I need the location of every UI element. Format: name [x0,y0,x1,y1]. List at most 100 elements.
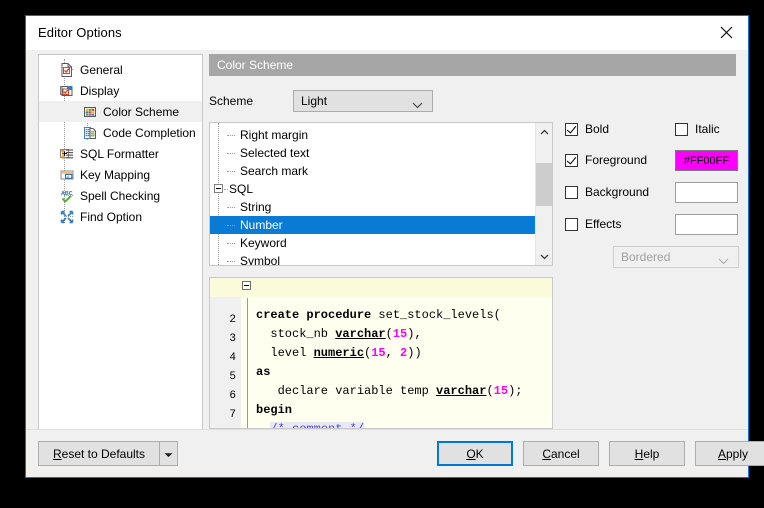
scheme-select[interactable]: Light [293,90,433,112]
list-connector [224,189,228,190]
chevron-down-icon [718,254,729,268]
settings-tree[interactable]: General Display Color Scheme Code Comple… [38,54,203,430]
scheme-select-value: Light [301,94,328,108]
reset-to-defaults-button[interactable]: Reset to Defaults [38,441,160,466]
sidebar-item-general[interactable]: General [39,59,202,80]
reset-accel: R [52,446,62,461]
chevron-up-icon[interactable] [536,123,552,140]
sidebar-item-label: Display [80,83,120,98]
sidebar-item-sql-formatter[interactable]: SQL Formatter [39,143,202,164]
list-expander-collapse[interactable] [214,184,223,193]
list-item[interactable]: Right margin [210,126,552,144]
list-item-selected[interactable]: Number [210,216,552,234]
color-palette-icon [82,104,99,120]
list-item-label: String [240,200,272,214]
foreground-checkbox[interactable]: Foreground [565,153,647,167]
apply-label: Apply [718,447,748,461]
effects-checkbox[interactable]: Effects [565,217,621,231]
list-item-label: Search mark [240,164,309,178]
reset-to-defaults-label: Reset to Defaults [53,447,145,461]
sidebar-item-label: Color Scheme [103,104,180,119]
scheme-row: Scheme Light [209,90,433,112]
sidebar-item-color-scheme[interactable]: Color Scheme [39,101,202,122]
chevron-down-icon [412,98,423,112]
list-scrollbar[interactable] [535,123,552,265]
list-item-label: Right margin [240,128,309,142]
sidebar-item-code-completion[interactable]: Code Completion [39,122,202,143]
list-connector [227,135,235,136]
list-item-label: SQL [229,182,254,196]
code-preview[interactable]: create procedure set_stock_levels( 2 sto… [209,277,553,429]
list-item[interactable]: String [210,198,552,216]
color-scheme-pane: Color Scheme Scheme Light Right margin S… [209,54,739,430]
bold-checkbox[interactable]: Bold [565,122,609,136]
bold-label: Bold [585,122,610,136]
effects-color-swatch[interactable] [675,214,738,235]
ok-label: OK [466,447,483,461]
code-list-icon [82,125,99,141]
checkbox-box [565,185,578,199]
color-elements-list[interactable]: Right margin Selected text Search mark S… [209,122,553,266]
ok-rest: K [475,446,484,461]
code-line: 5 declare variable temp varchar(15); [210,354,552,398]
ok-accel: O [466,446,476,461]
spell-check-icon: ABC [59,188,76,204]
reset-dropdown-button[interactable] [159,441,178,466]
reset-rest: eset to Defaults [61,446,146,461]
apply-rest: pply [726,446,749,461]
pane-title: Color Scheme [209,54,736,76]
italic-checkbox[interactable]: Italic [675,122,720,136]
ok-button[interactable]: OK [437,441,513,466]
foreground-color-swatch[interactable]: #FF00FF [675,150,738,171]
dialog-footer: Reset to Defaults OK Cancel Help Apply [26,429,764,477]
background-checkbox[interactable]: Background [565,185,649,199]
checkbox-box [565,122,578,136]
list-group-sql[interactable]: SQL [210,180,552,198]
sidebar-item-find-option[interactable]: Find Option [39,206,202,227]
code-line: 6 begin [210,373,552,417]
close-glyph [720,26,732,38]
sidebar-item-label: Key Mapping [80,167,151,182]
sql-format-icon [59,146,76,162]
scheme-label: Scheme [209,94,254,108]
list-connector [227,207,235,208]
cancel-label: Cancel [542,447,579,461]
help-label: Help [635,447,660,461]
window-check-icon [59,83,76,99]
foreground-color-value: #FF00FF [683,154,730,167]
list-connector [227,243,235,244]
scrollbar-thumb[interactable] [536,163,552,206]
sidebar-item-label: Code Completion [103,125,196,140]
list-item[interactable]: Selected text [210,144,552,162]
checkbox-box [675,122,688,136]
help-button[interactable]: Help [609,441,685,466]
close-icon[interactable] [704,16,748,48]
code-line: 8 temp = "STOCK0123456789"; [210,411,552,428]
chevron-down-icon[interactable] [536,248,552,265]
list-item[interactable]: Symbol [210,252,552,265]
apply-button[interactable]: Apply [695,441,764,466]
effects-label: Effects [585,217,622,231]
background-label: Background [585,185,650,199]
sidebar-item-key-mapping[interactable]: A Key Mapping [39,164,202,185]
sidebar-item-display[interactable]: Display [39,80,202,101]
sidebar-item-spell-checking[interactable]: ABC Spell Checking [39,185,202,206]
fold-toggle-icon[interactable] [242,281,251,290]
title-bar: Editor Options [26,16,748,50]
list-item[interactable]: Keyword [210,234,552,252]
code-line: 2 stock_nb varchar(15), [210,297,552,341]
attributes-group: Bold Italic Foreground #FF00FF Backgroun… [565,122,739,282]
list-item[interactable]: Search mark [210,162,552,180]
help-rest: elp [643,446,660,461]
code-line: 3 level numeric(15, 2)) [210,316,552,360]
background-color-swatch[interactable] [675,182,738,203]
effect-style-select: Bordered [613,246,739,268]
sidebar-item-label: Find Option [80,209,143,224]
italic-label: Italic [695,122,720,136]
cancel-button[interactable]: Cancel [523,441,599,466]
code-line: 4 as [210,335,552,379]
caret-down-icon [164,447,173,461]
list-item-label: Selected text [240,146,310,160]
keyboard-icon: A [59,167,76,183]
code-line: create procedure set_stock_levels( [210,278,552,322]
